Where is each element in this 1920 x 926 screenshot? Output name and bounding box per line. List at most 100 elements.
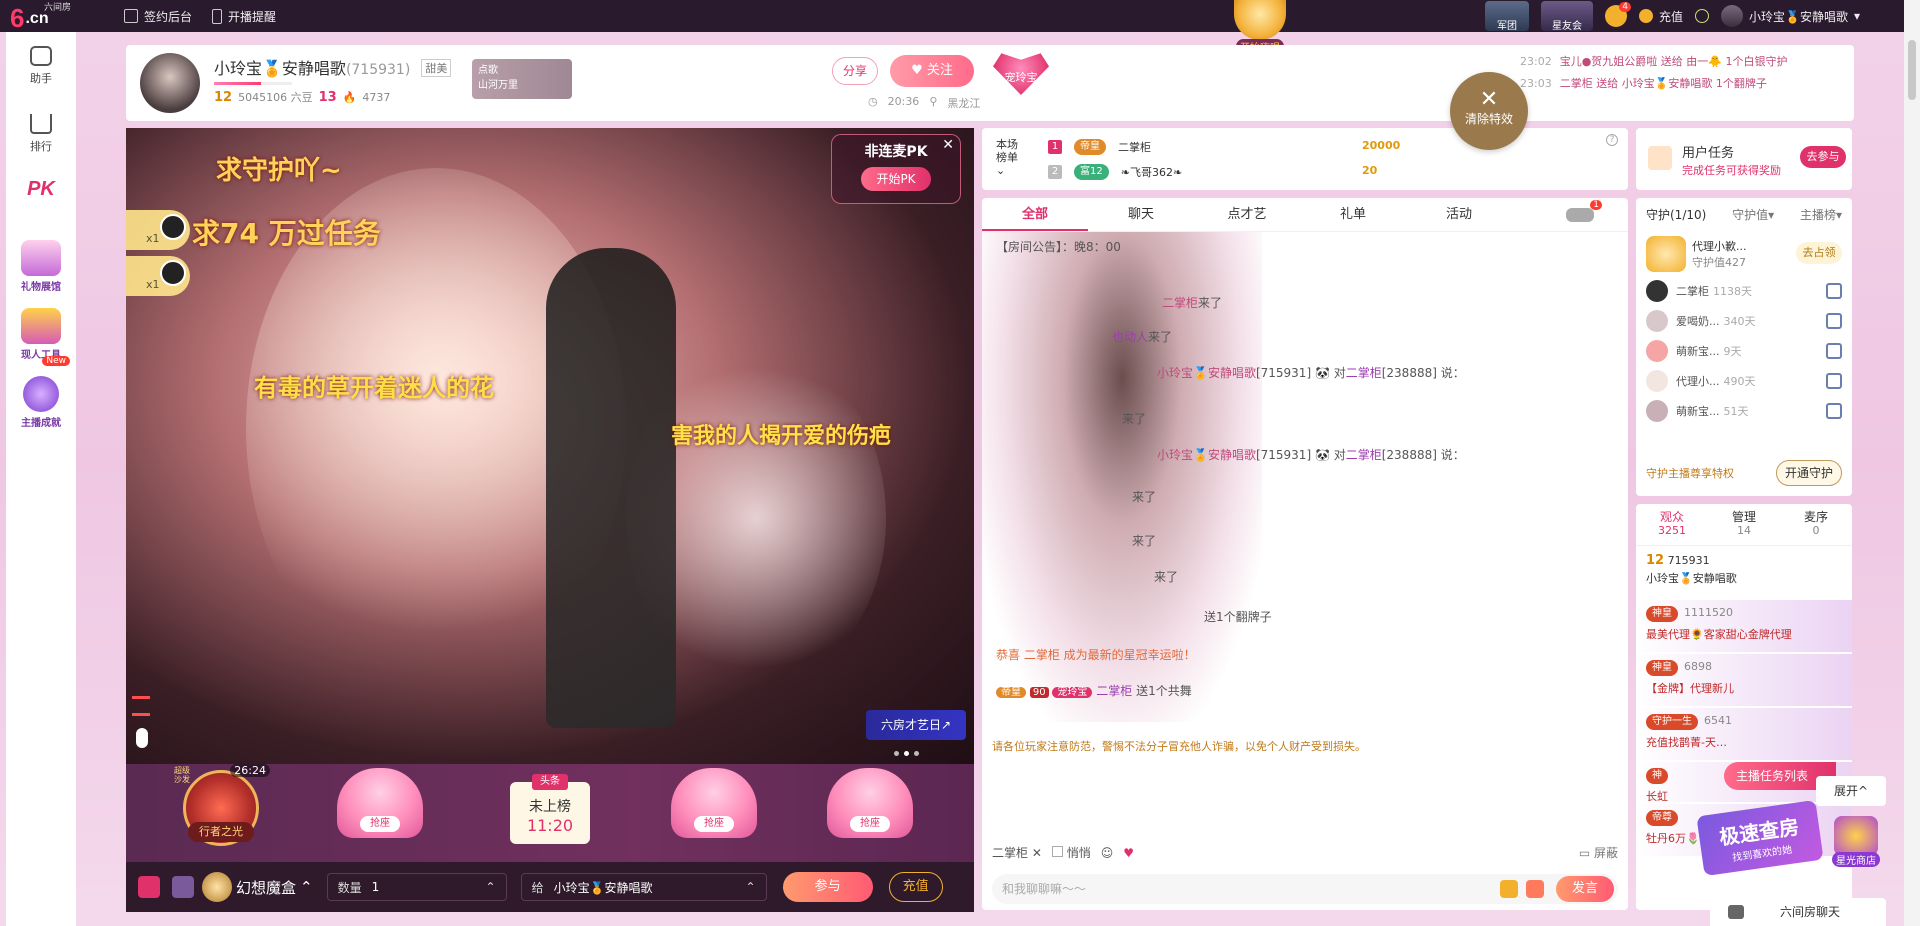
shield-icon bbox=[1826, 343, 1842, 359]
grab-seat-button[interactable]: 抢座 bbox=[694, 816, 734, 832]
fan-club-badge[interactable]: 宠玲宝 bbox=[990, 51, 1052, 103]
sidebar-item-ranking[interactable]: 排行 bbox=[6, 100, 76, 168]
sidebar-item-assistant[interactable]: 助手 bbox=[6, 32, 76, 100]
follow-button[interactable]: ♥ 关注 bbox=[890, 55, 974, 87]
expand-button[interactable]: 展开^ bbox=[1816, 776, 1886, 806]
speaker-icon[interactable] bbox=[1500, 880, 1518, 898]
sidebar-item-label: 排行 bbox=[30, 140, 52, 153]
guard-row[interactable]: 二掌柜 1138天 bbox=[1646, 276, 1842, 306]
shield-toggle[interactable]: ▭ 屏蔽 bbox=[1579, 844, 1618, 861]
send-gift-button[interactable]: 参与 bbox=[782, 872, 873, 902]
room-chat-button[interactable]: 六间房聊天 bbox=[1710, 898, 1886, 926]
bird-icon[interactable] bbox=[172, 876, 194, 898]
chat-message: 小玲宝🏅安静唱歌[715931] 🐼 对二掌柜[238888] 说： bbox=[1157, 366, 1465, 380]
occupy-button[interactable]: 去占领 bbox=[1796, 242, 1842, 264]
site-logo[interactable]: 6 .cn 六间房 bbox=[0, 0, 80, 32]
sidebar-item-label: 助手 bbox=[30, 72, 52, 85]
guard-row[interactable]: 萌新宝... 9天 bbox=[1646, 336, 1842, 366]
mini-gift-bubble: x1 bbox=[126, 210, 190, 250]
tab-mic-queue[interactable]: 麦序 0 bbox=[1780, 504, 1852, 545]
guard-row[interactable]: 爱喝奶... 340天 bbox=[1646, 306, 1842, 336]
rank-name: 二掌柜 bbox=[1118, 141, 1151, 154]
chat-input[interactable]: 和我聊聊嘛～～ 发言 bbox=[992, 874, 1618, 904]
host-seat[interactable]: 超级沙发 26:24 行者之光 bbox=[166, 762, 276, 862]
tab-talent[interactable]: 点才艺 bbox=[1194, 198, 1300, 231]
anchor-tag: 甜美 bbox=[421, 59, 452, 77]
rank-label[interactable]: 本场 榜单 ⌄ bbox=[996, 138, 1018, 177]
emoji-icon[interactable]: ☺ bbox=[1101, 846, 1114, 860]
tab-gifts[interactable]: 礼单 bbox=[1300, 198, 1406, 231]
open-guard-button[interactable]: 开通守护 bbox=[1776, 460, 1842, 486]
sidebar-item-pk[interactable]: PK bbox=[6, 168, 76, 226]
scrollbar-thumb[interactable] bbox=[1908, 40, 1916, 100]
tab-guard[interactable]: 守护(1/10) bbox=[1646, 198, 1706, 232]
recipient-field[interactable]: 给 小玲宝🏅安静唱歌 ⌃ bbox=[520, 873, 767, 901]
sign-backend-link[interactable]: 签约后台 bbox=[124, 8, 192, 25]
fraud-warning: 请各位玩家注意防范，警惕不法分子冒充他人诈骗，以免个人财产受到损失。 bbox=[992, 740, 1366, 753]
user-menu[interactable]: 小玲宝🏅安静唱歌 ▾ bbox=[1721, 5, 1860, 27]
equalizer-icon[interactable] bbox=[132, 696, 150, 716]
tab-admins[interactable]: 管理 14 bbox=[1708, 504, 1780, 545]
viewer-row[interactable]: 守护一生 6541 充值找鹊菁-天… bbox=[1636, 708, 1852, 760]
live-video[interactable]: 求守护吖~ 求74 万过任务 有毒的草开着迷人的花 害我的人揭开爱的伤疤 x1 … bbox=[126, 128, 974, 764]
sidebar-item-gift-hall[interactable]: 礼物展馆 bbox=[6, 226, 76, 294]
lyric-line: 求74 万过任务 bbox=[192, 217, 381, 250]
help-icon[interactable]: ? bbox=[1606, 134, 1618, 146]
start-pk-button[interactable]: 开始PK bbox=[861, 167, 931, 191]
viewer-row[interactable]: 神皇 1111520 最美代理🌻客家甜心金牌代理 bbox=[1636, 600, 1852, 652]
share-button[interactable]: 分享 bbox=[832, 57, 878, 85]
grab-seat-button[interactable]: 抢座 bbox=[850, 816, 890, 832]
tab-guard-value[interactable]: 守护值▾ bbox=[1732, 198, 1774, 232]
rank-row[interactable]: 2 富12 ❧飞哥362❧ bbox=[1048, 161, 1182, 183]
tab-all[interactable]: 全部 bbox=[982, 198, 1088, 231]
tab-viewers[interactable]: 观众 3251 bbox=[1636, 504, 1708, 545]
close-icon[interactable]: ✕ bbox=[942, 137, 954, 153]
page-scrollbar[interactable] bbox=[1904, 0, 1920, 926]
rank-row[interactable]: 1 帝皇 二掌柜 bbox=[1048, 136, 1151, 158]
seat-slot[interactable]: 抢座 bbox=[332, 768, 428, 858]
fan-badge-icon[interactable]: ♥ bbox=[1123, 846, 1134, 860]
star-club-badge[interactable]: 星友会 bbox=[1541, 1, 1593, 32]
quantity-field[interactable]: 数量 1 ⌃ bbox=[326, 873, 507, 901]
grab-seat-button[interactable]: 抢座 bbox=[360, 816, 400, 832]
microphone-icon[interactable] bbox=[136, 728, 148, 748]
talent-day-banner[interactable]: 六房才艺日↗ bbox=[866, 710, 966, 740]
avatar bbox=[1646, 370, 1668, 392]
seat-slot[interactable]: 抢座 bbox=[666, 768, 762, 858]
sidebar-item-achievement[interactable]: New 主播成就 bbox=[6, 356, 76, 430]
song-request-card[interactable]: 点歌 山河万里 bbox=[472, 59, 572, 99]
anchor-name: 小玲宝🏅安静唱歌 bbox=[214, 59, 346, 78]
sidebar-item-tools[interactable]: 现人工具 bbox=[6, 294, 76, 362]
army-badge[interactable]: 军团 bbox=[1485, 1, 1529, 32]
lyric-line: 害我的人揭开爱的伤疤 bbox=[671, 424, 892, 449]
gift-selector[interactable]: 幻想魔盒 ⌃ bbox=[202, 872, 313, 902]
guard-row[interactable]: 萌新宝... 51天 bbox=[1646, 396, 1842, 426]
recharge-button[interactable]: 充值 bbox=[888, 872, 943, 902]
live-reminder-link[interactable]: 开播提醒 bbox=[212, 8, 276, 25]
car-icon[interactable]: 1 bbox=[1566, 200, 1602, 222]
recharge-link[interactable]: 充值 bbox=[1639, 8, 1683, 25]
avatar bbox=[160, 214, 186, 240]
song-card-title: 山河万里 bbox=[478, 80, 518, 91]
red-packet-icon[interactable] bbox=[138, 876, 160, 898]
check-icon[interactable] bbox=[1695, 9, 1710, 23]
robot-icon bbox=[30, 46, 52, 66]
sidebar-item-label: 主播成就 bbox=[21, 418, 61, 429]
whisper-checkbox[interactable]: 悄悄 bbox=[1051, 844, 1091, 861]
rocket-icon[interactable] bbox=[1526, 880, 1544, 898]
bell-icon[interactable]: 4 bbox=[1605, 2, 1631, 27]
clear-effects-button[interactable]: ✕ 清除特效 bbox=[1450, 72, 1528, 150]
tab-activity[interactable]: 活动 bbox=[1406, 198, 1512, 231]
viewer-row[interactable]: 神皇 6898 【金牌】代理新儿 bbox=[1636, 654, 1852, 706]
seat-slot[interactable]: 抢座 bbox=[822, 768, 918, 858]
task-go-button[interactable]: 去参与 bbox=[1800, 146, 1846, 168]
send-button[interactable]: 发言 bbox=[1556, 876, 1614, 902]
guard-row[interactable]: 代理小... 490天 bbox=[1646, 366, 1842, 396]
tab-chat[interactable]: 聊天 bbox=[1088, 198, 1194, 231]
self-entry[interactable]: 12 715931 小玲宝🏅安静唱歌 bbox=[1636, 546, 1852, 598]
star-shop-button[interactable]: 星光商店 bbox=[1826, 816, 1886, 872]
tab-anchor-rank[interactable]: 主播榜▾ bbox=[1800, 198, 1842, 232]
chat-target[interactable]: 二掌柜 ✕ bbox=[992, 844, 1042, 861]
headline-card[interactable]: 头条 未上榜 11:20 bbox=[510, 774, 590, 844]
anchor-avatar[interactable] bbox=[140, 53, 200, 113]
